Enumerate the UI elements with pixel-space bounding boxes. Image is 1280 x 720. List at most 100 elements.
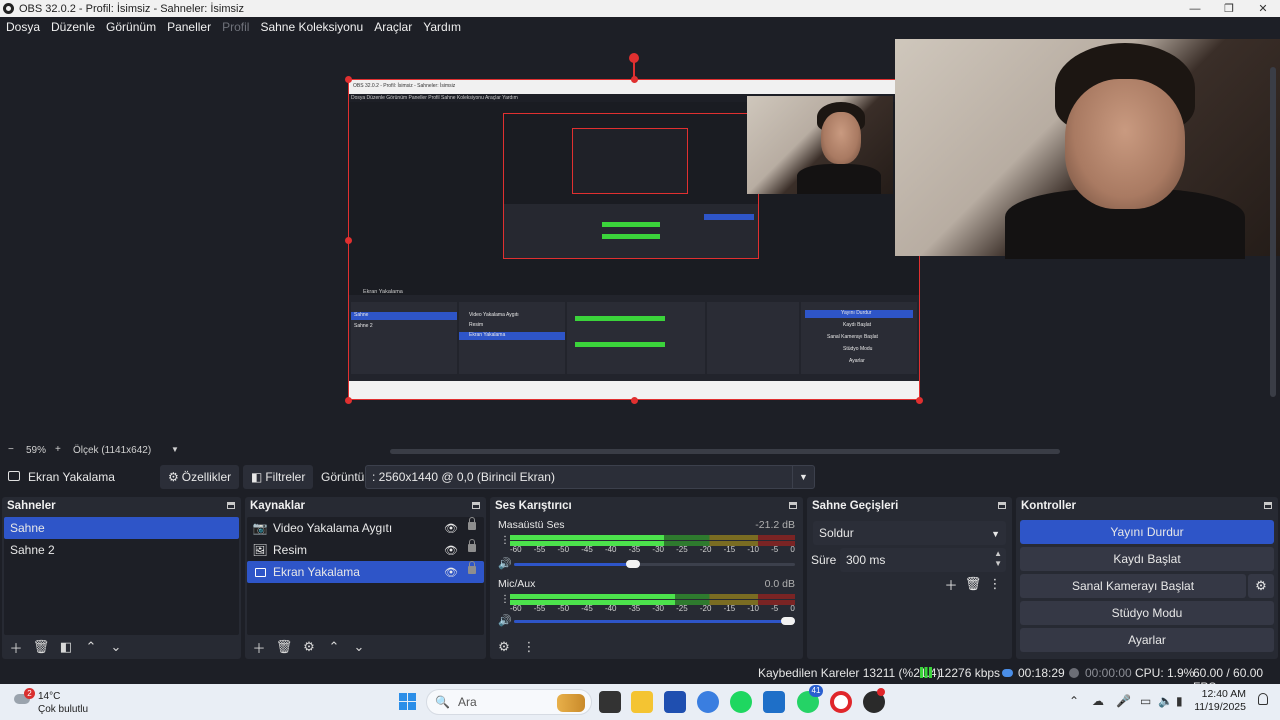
webcam-source[interactable] [895, 39, 1280, 259]
speaker-icon[interactable]: 🔊 [498, 614, 512, 627]
lock-icon[interactable] [468, 539, 476, 552]
move-down-icon[interactable]: ⌄ [108, 639, 124, 655]
onedrive-icon[interactable]: ☁ [1092, 694, 1104, 708]
move-up-icon[interactable]: ⌃ [326, 639, 342, 655]
menu-help[interactable]: Yardım [423, 20, 461, 34]
source-item[interactable]: 📷 Video Yakalama Aygıtı 👁 [247, 517, 484, 539]
settings-button[interactable]: Ayarlar [1020, 628, 1274, 652]
volume-icon[interactable]: 🔈 [1158, 694, 1173, 708]
kebab-menu-icon[interactable]: ⋮ [500, 594, 510, 605]
start-recording-button[interactable]: Kaydı Başlat [1020, 547, 1274, 571]
preview-vertical-scrollbar[interactable] [1270, 67, 1276, 397]
nested-preview-2 [572, 128, 688, 194]
scene-item[interactable]: Sahne 2 [4, 539, 239, 561]
filters-button[interactable]: ◧ Filtreler [243, 465, 314, 489]
menu-tools[interactable]: Araçlar [374, 20, 412, 34]
tray-overflow-icon[interactable]: ⌃ [1069, 694, 1079, 708]
zoom-out-button[interactable]: − [8, 444, 14, 455]
stop-streaming-button[interactable]: Yayını Durdur [1020, 520, 1274, 544]
file-explorer-icon[interactable] [631, 691, 653, 713]
screen-capture-source[interactable]: OBS 32.0.2 - Profil: İsimsiz - Sahneler:… [348, 79, 920, 400]
volume-meter [510, 535, 795, 540]
taskbar-search[interactable]: 🔍 Ara [426, 689, 592, 715]
lock-icon[interactable] [468, 517, 476, 530]
source-item[interactable]: 🖼 Resim 👁 [247, 539, 484, 561]
scene-item[interactable]: Sahne [4, 517, 239, 539]
menu-scene-collection[interactable]: Sahne Koleksiyonu [260, 20, 363, 34]
db-tick-label: -20 [699, 604, 712, 613]
resize-handle-left[interactable] [345, 237, 352, 244]
whatsapp-icon[interactable]: 41 [797, 685, 823, 713]
rotation-handle[interactable] [629, 53, 639, 63]
source-item[interactable]: Ekran Yakalama 👁 [247, 561, 484, 583]
preview-horizontal-scrollbar[interactable] [390, 449, 1060, 454]
menu-edit[interactable]: Düzenle [51, 20, 95, 34]
volume-slider[interactable] [514, 560, 795, 568]
taskbar-clock[interactable]: 12:40 AM 11/19/2025 [1194, 688, 1246, 714]
menu-docks[interactable]: Paneller [167, 20, 211, 34]
minimize-button[interactable]: — [1178, 0, 1212, 17]
undock-icon[interactable] [789, 502, 797, 509]
preview-canvas[interactable]: OBS 32.0.2 - Profil: İsimsiz - Sahneler:… [0, 37, 1280, 442]
add-icon[interactable]: ＋ [251, 639, 267, 656]
opera-icon[interactable] [830, 691, 852, 713]
obs-taskbar-icon[interactable] [863, 688, 885, 713]
undock-icon[interactable] [472, 502, 480, 509]
scene-filter-icon[interactable]: ◧ [58, 639, 74, 655]
move-down-icon[interactable]: ⌄ [351, 639, 367, 655]
move-up-icon[interactable]: ⌃ [83, 639, 99, 655]
scale-dropdown-icon[interactable]: ▼ [171, 445, 179, 454]
kebab-menu-icon[interactable]: ⋮ [984, 576, 1006, 592]
maximize-button[interactable]: ❐ [1212, 0, 1246, 17]
trash-icon[interactable]: 🗑 [276, 639, 293, 655]
resize-handle-bottom-left[interactable] [345, 397, 352, 404]
virtual-camera-settings-button[interactable]: ⚙ [1248, 574, 1274, 598]
menu-profile[interactable]: Profil [222, 20, 249, 34]
spin-arrows-icon[interactable]: ▲ ▼ [994, 549, 1002, 569]
microphone-icon[interactable]: 🎤 [1116, 694, 1131, 708]
resize-handle-bottom-right[interactable] [916, 397, 923, 404]
menu-view[interactable]: Görünüm [106, 20, 156, 34]
virtual-camera-button[interactable]: Sanal Kamerayı Başlat [1020, 574, 1246, 598]
studio-mode-button[interactable]: Stüdyo Modu [1020, 601, 1274, 625]
task-view-icon[interactable] [599, 691, 621, 713]
notification-bell-icon[interactable] [1258, 693, 1268, 705]
kebab-menu-icon[interactable]: ⋮ [521, 639, 537, 655]
resize-handle-top[interactable] [631, 76, 638, 83]
advanced-audio-icon[interactable]: ⚙ [496, 639, 512, 655]
undock-icon[interactable] [1264, 502, 1272, 509]
trash-icon[interactable]: 🗑 [33, 639, 50, 655]
db-tick-label: -45 [581, 604, 593, 613]
visibility-eye-icon[interactable]: 👁 [444, 544, 458, 557]
visibility-eye-icon[interactable]: 👁 [444, 566, 458, 579]
spotify-icon[interactable] [730, 691, 752, 713]
undock-icon[interactable] [998, 502, 1006, 509]
undock-icon[interactable] [227, 502, 235, 509]
properties-button[interactable]: ⚙ Özellikler [160, 465, 240, 489]
resize-handle-top-left[interactable] [345, 76, 352, 83]
volume-slider[interactable] [514, 617, 795, 625]
obs-logo-icon [3, 3, 14, 14]
app-icon[interactable] [763, 691, 785, 713]
edge-icon[interactable] [697, 691, 719, 713]
speaker-icon[interactable]: 🔊 [498, 557, 512, 570]
add-icon[interactable]: ＋ [8, 639, 24, 656]
display-icon[interactable]: ▭ [1140, 694, 1151, 708]
zoom-in-button[interactable]: + [55, 444, 61, 455]
visibility-eye-icon[interactable]: 👁 [444, 522, 458, 535]
gear-icon[interactable]: ⚙ [301, 639, 317, 655]
store-icon[interactable] [664, 691, 686, 713]
display-select[interactable]: : 2560x1440 @ 0,0 (Birincil Ekran) ▼ [365, 465, 815, 489]
resize-handle-bottom[interactable] [631, 397, 638, 404]
close-button[interactable]: ✕ [1246, 0, 1280, 17]
lock-icon[interactable] [468, 561, 476, 574]
image-icon: 🖼 [252, 543, 268, 557]
kebab-menu-icon[interactable]: ⋮ [500, 535, 510, 546]
battery-icon[interactable]: ▮ [1176, 694, 1183, 708]
duration-input[interactable]: 300 ms ▲ ▼ [840, 548, 1006, 572]
menu-file[interactable]: Dosya [6, 20, 40, 34]
windows-start-icon[interactable] [399, 693, 416, 710]
trash-icon[interactable]: 🗑 [962, 576, 984, 592]
add-icon[interactable]: ＋ [940, 576, 962, 593]
transition-select[interactable]: Soldur ▼ [813, 521, 1006, 545]
